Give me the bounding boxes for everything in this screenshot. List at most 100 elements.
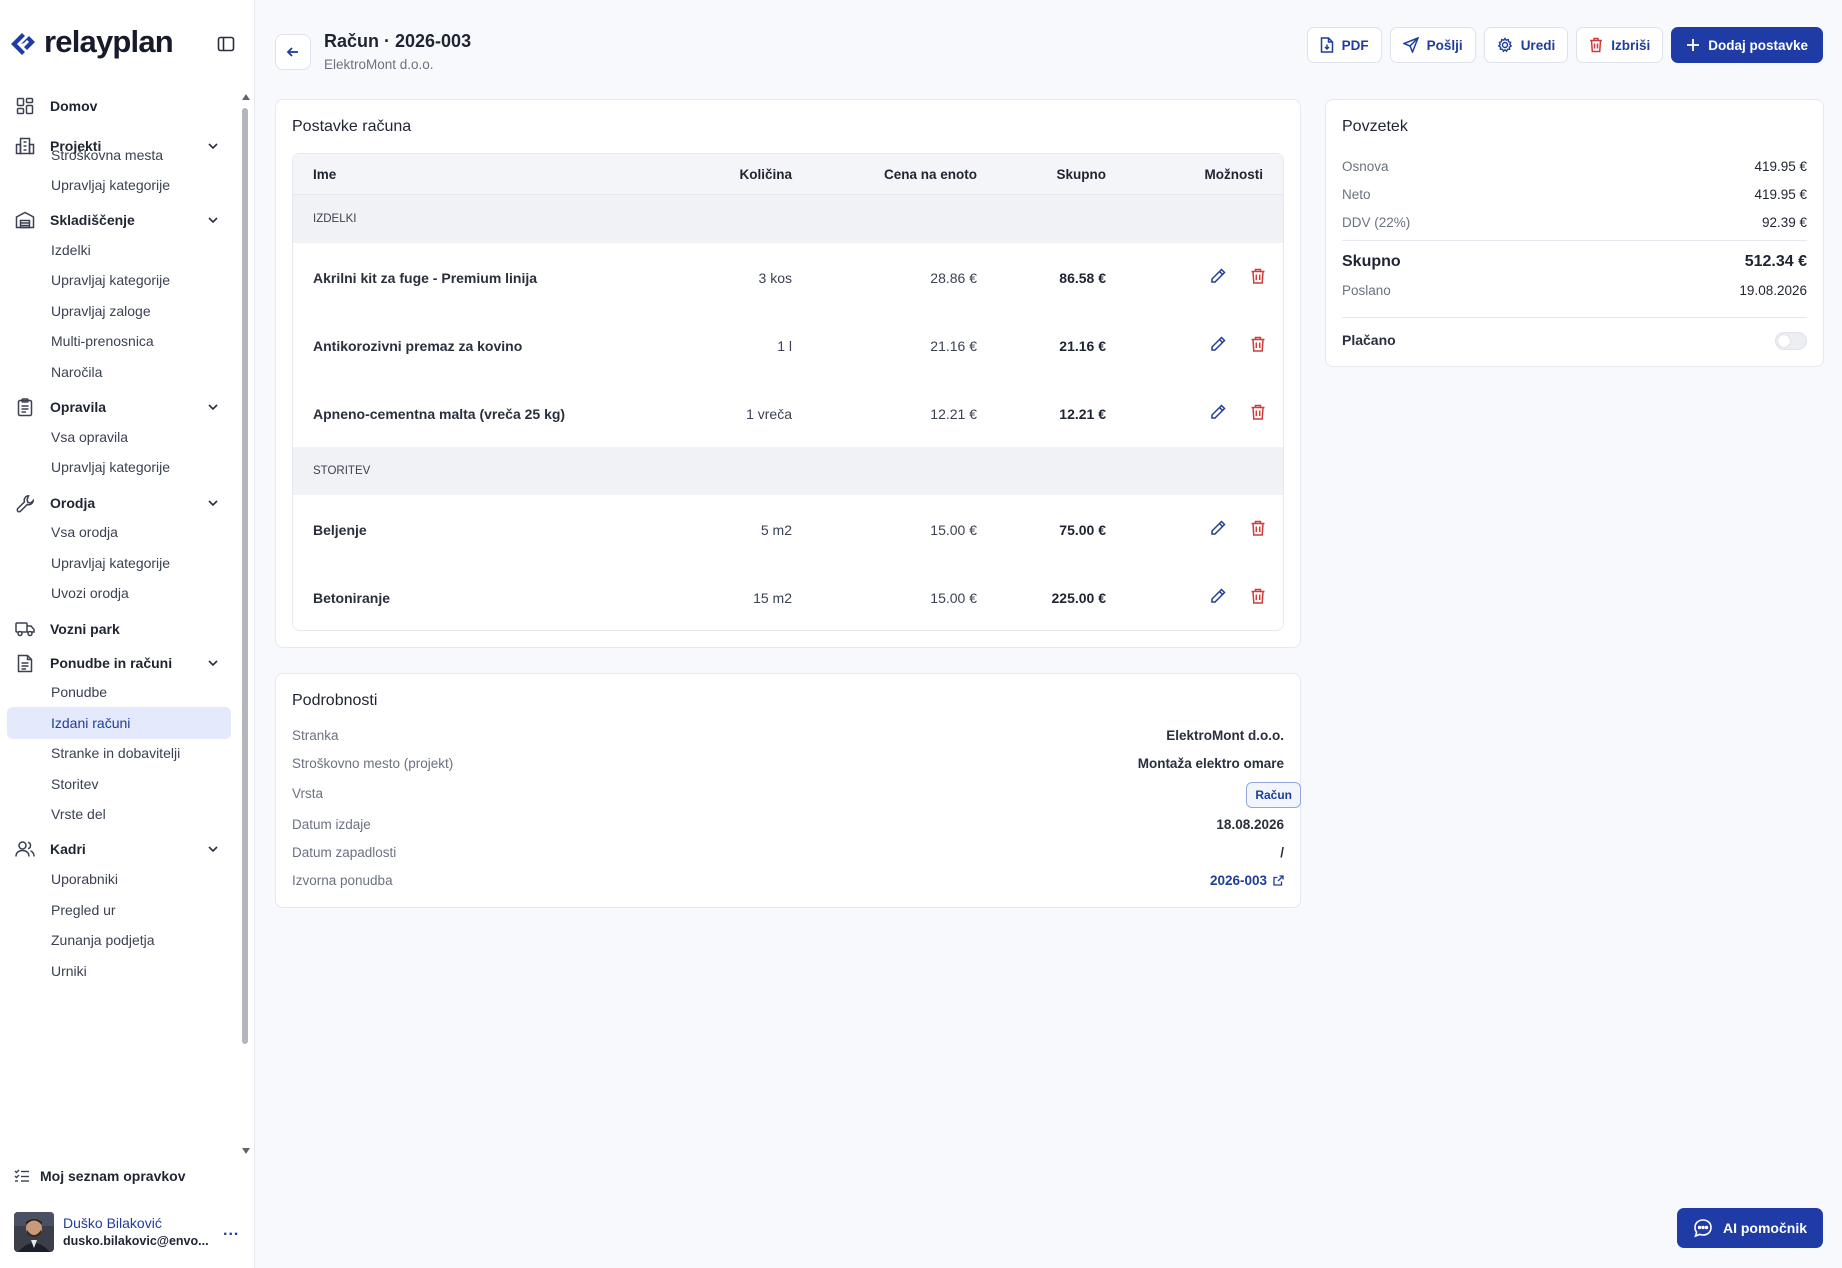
table-row[interactable]: Antikorozivni premaz za kovino 1 l 21.16…	[293, 311, 1283, 379]
back-button[interactable]	[275, 34, 311, 70]
ai-assistant-button[interactable]: AI pomočnik	[1676, 1208, 1823, 1248]
detail-client-label: Stranka	[292, 728, 339, 743]
sidebar-item-stroskovna-mesta[interactable]: Stroškovna mesta	[51, 142, 163, 168]
sidebar-item-izdani-racuni[interactable]: Izdani računi	[7, 707, 231, 739]
column-header-name[interactable]: Ime	[313, 167, 336, 182]
nav-group-orodja[interactable]: Orodja	[14, 488, 242, 518]
dashboard-icon	[14, 95, 36, 117]
sidebar-item-stranke-dobavitelji[interactable]: Stranke in dobavitelji	[51, 740, 180, 766]
invoice-type-badge: Račun	[1246, 782, 1301, 808]
delete-button[interactable]: Izbriši	[1576, 27, 1664, 63]
edit-row-button[interactable]	[1209, 403, 1227, 421]
column-header-qty[interactable]: Količina	[739, 167, 792, 182]
chevron-down-icon[interactable]	[206, 400, 220, 414]
sidebar-item-projekti-kategorije[interactable]: Upravljaj kategorije	[51, 172, 170, 198]
detail-cost-center-row: Stroškovno mesto (projekt) Montaža elekt…	[292, 756, 1284, 771]
item-name: Beljenje	[313, 522, 367, 538]
trash-icon	[1251, 588, 1265, 604]
nav-group-kadri[interactable]: Kadri	[14, 834, 242, 864]
user-profile[interactable]: Duško Bilaković dusko.bilakovic@envo... …	[14, 1212, 242, 1252]
item-total: 12.21 €	[1059, 406, 1106, 422]
sidebar-item-opravila-kategorije[interactable]: Upravljaj kategorije	[51, 454, 170, 480]
sidebar-item-uvozi-orodja[interactable]: Uvozi orodja	[51, 580, 129, 606]
sidebar-toggle-button[interactable]	[216, 34, 238, 56]
details-card: Podrobnosti Stranka ElektroMont d.o.o. S…	[275, 673, 1301, 908]
chevron-down-icon[interactable]	[206, 213, 220, 227]
sidebar-item-vsa-orodja[interactable]: Vsa orodja	[51, 519, 118, 545]
edit-button[interactable]: Uredi	[1483, 27, 1569, 63]
detail-cost-center-value: Montaža elektro omare	[1137, 756, 1284, 771]
nav-group-ponudbe-racuni[interactable]: Ponudbe in računi	[14, 648, 242, 678]
chevron-down-icon[interactable]	[206, 842, 220, 856]
logo[interactable]: relayplan	[8, 24, 174, 60]
table-row[interactable]: Apneno-cementna malta (vreča 25 kg) 1 vr…	[293, 379, 1283, 447]
table-row[interactable]: Betoniranje 15 m2 15.00 € 225.00 €	[293, 563, 1283, 630]
edit-row-button[interactable]	[1209, 335, 1227, 353]
items-table: Ime Količina Cena na enoto Skupno Možnos…	[292, 153, 1284, 631]
scrollbar-thumb[interactable]	[242, 108, 248, 1044]
column-header-unit-price[interactable]: Cena na enoto	[884, 167, 977, 182]
sidebar-nav: Domov Projekti Stroškovna mesta Upravlja…	[0, 88, 242, 1156]
add-items-button[interactable]: Dodaj postavke	[1671, 27, 1823, 63]
delete-row-button[interactable]	[1249, 403, 1267, 421]
item-qty: 5 m2	[760, 522, 792, 538]
invoice-items-card: Postavke računa Ime Količina Cena na eno…	[275, 99, 1301, 648]
todo-link-label: Moj seznam opravkov	[40, 1168, 186, 1184]
sidebar-item-pregled-ur[interactable]: Pregled ur	[51, 897, 116, 923]
delete-row-button[interactable]	[1249, 587, 1267, 605]
sidebar-item-ponudbe[interactable]: Ponudbe	[51, 679, 107, 705]
summary-net-value: 419.95 €	[1754, 187, 1807, 202]
pdf-button[interactable]: PDF	[1306, 27, 1382, 63]
delete-row-button[interactable]	[1249, 519, 1267, 537]
summary-vat-value: 92.39 €	[1761, 215, 1807, 230]
detail-client-row: Stranka ElektroMont d.o.o.	[292, 728, 1284, 743]
table-row[interactable]: Akrilni kit za fuge - Premium linija 3 k…	[293, 243, 1283, 311]
column-header-total[interactable]: Skupno	[1057, 167, 1107, 182]
item-unit-price: 12.21 €	[930, 406, 977, 422]
chevron-down-icon[interactable]	[206, 496, 220, 510]
nav-group-domov[interactable]: Domov	[14, 91, 242, 121]
nav-group-label: Vozni park	[50, 621, 120, 637]
my-todo-list-link[interactable]: Moj seznam opravkov	[14, 1168, 186, 1184]
nav-group-skladiscenje[interactable]: Skladiščenje	[14, 205, 242, 235]
scroll-down-arrow-icon[interactable]	[242, 1148, 250, 1154]
group-row-izdelki: IZDELKI	[293, 195, 1283, 243]
table-header: Ime Količina Cena na enoto Skupno Možnos…	[293, 154, 1283, 195]
sidebar-item-storitev[interactable]: Storitev	[51, 771, 98, 797]
item-unit-price: 28.86 €	[930, 270, 977, 286]
table-row[interactable]: Beljenje 5 m2 15.00 € 75.00 €	[293, 495, 1283, 563]
summary-vat-row: DDV (22%) 92.39 €	[1342, 215, 1807, 230]
detail-issue-date-row: Datum izdaje 18.08.2026	[292, 817, 1284, 832]
edit-row-button[interactable]	[1209, 587, 1227, 605]
sidebar-item-vsa-opravila[interactable]: Vsa opravila	[51, 424, 128, 450]
nav-group-opravila[interactable]: Opravila	[14, 392, 242, 422]
edit-row-button[interactable]	[1209, 267, 1227, 285]
sidebar-item-vrste-del[interactable]: Vrste del	[51, 801, 106, 827]
send-button[interactable]: Pošlji	[1389, 27, 1476, 63]
paid-toggle[interactable]	[1775, 332, 1807, 350]
sidebar-item-zunanja-podjetja[interactable]: Zunanja podjetja	[51, 927, 155, 953]
sidebar-item-urniki[interactable]: Urniki	[51, 958, 87, 984]
sidebar-item-uporabniki[interactable]: Uporabniki	[51, 866, 118, 892]
pencil-icon	[1211, 404, 1226, 419]
avatar	[14, 1212, 54, 1252]
sidebar-item-izdelki[interactable]: Izdelki	[51, 237, 91, 263]
nav-group-vozni-park[interactable]: Vozni park	[14, 614, 242, 644]
sidebar-item-zaloge[interactable]: Upravljaj zaloge	[51, 298, 151, 324]
scroll-up-arrow-icon[interactable]	[242, 94, 250, 100]
edit-row-button[interactable]	[1209, 519, 1227, 537]
sidebar-item-skladisce-kategorije[interactable]: Upravljaj kategorije	[51, 267, 170, 293]
summary-base-value: 419.95 €	[1754, 159, 1807, 174]
user-menu-more-button[interactable]: ...	[223, 1222, 239, 1240]
pencil-icon	[1211, 588, 1226, 603]
sidebar-item-multi-prenosnica[interactable]: Multi-prenosnica	[51, 328, 154, 354]
sidebar-item-narocila[interactable]: Naročila	[51, 359, 102, 385]
delete-row-button[interactable]	[1249, 267, 1267, 285]
sidebar-scrollbar[interactable]	[241, 94, 250, 1154]
delete-row-button[interactable]	[1249, 335, 1267, 353]
divider	[1342, 317, 1807, 318]
chevron-down-icon[interactable]	[206, 656, 220, 670]
sidebar-item-orodja-kategorije[interactable]: Upravljaj kategorije	[51, 550, 170, 576]
source-offer-link[interactable]: 2026-003	[1210, 873, 1284, 888]
chevron-down-icon[interactable]	[206, 139, 220, 153]
